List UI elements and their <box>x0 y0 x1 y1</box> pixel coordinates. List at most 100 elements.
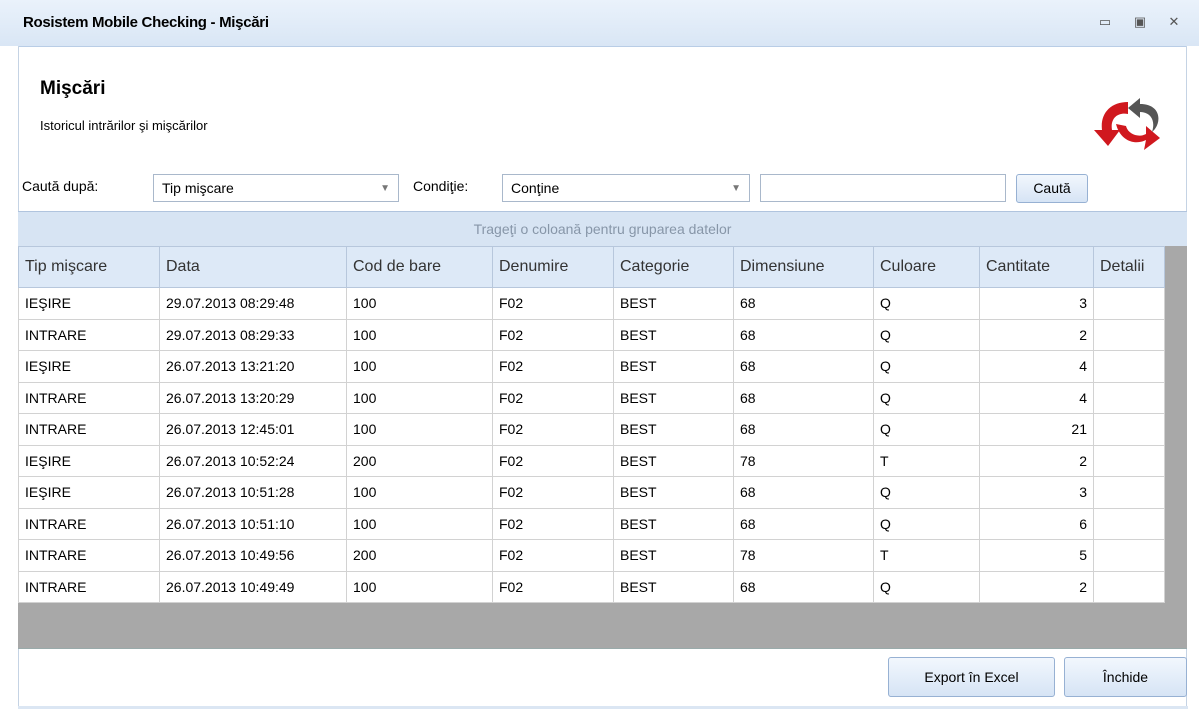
table-cell[interactable]: 26.07.2013 10:49:56 <box>159 539 347 572</box>
table-cell[interactable] <box>1093 318 1165 351</box>
search-button[interactable]: Caută <box>1016 174 1088 203</box>
table-cell[interactable]: F02 <box>492 570 614 603</box>
table-cell[interactable]: Q <box>873 570 980 603</box>
close-icon[interactable]: ✕ <box>1164 12 1184 32</box>
table-cell[interactable]: 4 <box>979 350 1094 383</box>
table-cell[interactable]: BEST <box>613 539 734 572</box>
table-cell[interactable] <box>1093 287 1165 320</box>
table-row[interactable]: INTRARE 26.07.2013 10:49:56 200 F02 BEST 78 T 5 <box>18 539 1165 572</box>
column-header[interactable]: Cod de bare <box>346 246 493 288</box>
table-cell[interactable]: 68 <box>733 287 874 320</box>
table-cell[interactable]: Q <box>873 318 980 351</box>
table-cell[interactable]: 2 <box>979 318 1094 351</box>
table-cell[interactable]: 68 <box>733 476 874 509</box>
table-cell[interactable]: Q <box>873 381 980 414</box>
table-cell[interactable]: IEŞIRE <box>18 287 160 320</box>
table-cell[interactable] <box>1093 350 1165 383</box>
table-cell[interactable]: F02 <box>492 381 614 414</box>
table-row[interactable]: IEŞIRE 26.07.2013 10:52:24 200 F02 BEST 78 T 2 <box>18 444 1165 477</box>
column-header[interactable]: Denumire <box>492 246 614 288</box>
table-cell[interactable]: BEST <box>613 476 734 509</box>
table-cell[interactable] <box>1093 444 1165 477</box>
table-cell[interactable]: F02 <box>492 413 614 446</box>
table-cell[interactable]: INTRARE <box>18 539 160 572</box>
table-cell[interactable]: Q <box>873 350 980 383</box>
table-cell[interactable]: 68 <box>733 507 874 540</box>
table-row[interactable]: INTRARE 29.07.2013 08:29:33 100 F02 BEST 68 Q 2 <box>18 318 1165 351</box>
column-header[interactable]: Culoare <box>873 246 980 288</box>
table-cell[interactable]: 29.07.2013 08:29:33 <box>159 318 347 351</box>
column-header[interactable]: Dimensiune <box>733 246 874 288</box>
table-cell[interactable]: BEST <box>613 507 734 540</box>
table-row[interactable]: IEŞIRE 29.07.2013 08:29:48 100 F02 BEST 68 Q 3 <box>18 287 1165 320</box>
column-header[interactable]: Categorie <box>613 246 734 288</box>
table-cell[interactable]: F02 <box>492 287 614 320</box>
table-cell[interactable]: T <box>873 444 980 477</box>
table-cell[interactable]: BEST <box>613 413 734 446</box>
column-header[interactable]: Cantitate <box>979 246 1094 288</box>
table-cell[interactable]: INTRARE <box>18 507 160 540</box>
table-cell[interactable]: T <box>873 539 980 572</box>
table-cell[interactable]: IEŞIRE <box>18 476 160 509</box>
column-header[interactable]: Data <box>159 246 347 288</box>
table-cell[interactable]: 200 <box>346 444 493 477</box>
table-cell[interactable] <box>1093 539 1165 572</box>
table-cell[interactable]: 6 <box>979 507 1094 540</box>
group-by-panel[interactable]: Trageţi o coloană pentru gruparea datelo… <box>18 211 1187 247</box>
table-cell[interactable]: BEST <box>613 381 734 414</box>
table-cell[interactable]: 26.07.2013 12:45:01 <box>159 413 347 446</box>
table-cell[interactable]: Q <box>873 507 980 540</box>
minimize-icon[interactable]: ▭ <box>1095 12 1115 32</box>
table-cell[interactable]: 68 <box>733 570 874 603</box>
table-cell[interactable]: 26.07.2013 10:51:28 <box>159 476 347 509</box>
table-cell[interactable]: 26.07.2013 13:21:20 <box>159 350 347 383</box>
table-cell[interactable]: 4 <box>979 381 1094 414</box>
table-cell[interactable]: INTRARE <box>18 570 160 603</box>
table-row[interactable]: INTRARE 26.07.2013 10:49:49 100 F02 BEST 68 Q 2 <box>18 570 1165 603</box>
table-cell[interactable]: INTRARE <box>18 318 160 351</box>
maximize-icon[interactable]: ▣ <box>1130 12 1150 32</box>
table-cell[interactable]: 100 <box>346 476 493 509</box>
table-cell[interactable]: 26.07.2013 13:20:29 <box>159 381 347 414</box>
table-cell[interactable]: 3 <box>979 287 1094 320</box>
table-row[interactable]: INTRARE 26.07.2013 12:45:01 100 F02 BEST 68 Q 2… <box>18 413 1165 446</box>
table-cell[interactable]: 26.07.2013 10:49:49 <box>159 570 347 603</box>
table-cell[interactable]: 3 <box>979 476 1094 509</box>
search-input[interactable] <box>760 174 1006 202</box>
table-cell[interactable]: BEST <box>613 318 734 351</box>
table-cell[interactable]: 100 <box>346 413 493 446</box>
table-cell[interactable]: 2 <box>979 570 1094 603</box>
table-cell[interactable]: IEŞIRE <box>18 444 160 477</box>
export-excel-button[interactable]: Export în Excel <box>888 657 1055 697</box>
table-cell[interactable]: F02 <box>492 539 614 572</box>
table-cell[interactable] <box>1093 507 1165 540</box>
table-cell[interactable]: BEST <box>613 444 734 477</box>
table-cell[interactable]: F02 <box>492 350 614 383</box>
table-cell[interactable]: IEŞIRE <box>18 350 160 383</box>
table-cell[interactable]: 68 <box>733 381 874 414</box>
table-cell[interactable]: 100 <box>346 570 493 603</box>
table-cell[interactable]: 78 <box>733 539 874 572</box>
close-button[interactable]: Închide <box>1064 657 1187 697</box>
table-cell[interactable]: BEST <box>613 350 734 383</box>
table-cell[interactable]: 100 <box>346 350 493 383</box>
table-cell[interactable]: Q <box>873 476 980 509</box>
table-cell[interactable]: 26.07.2013 10:52:24 <box>159 444 347 477</box>
table-cell[interactable]: F02 <box>492 318 614 351</box>
table-cell[interactable] <box>1093 570 1165 603</box>
table-row[interactable]: INTRARE 26.07.2013 10:51:10 100 F02 BEST 68 Q 6 <box>18 507 1165 540</box>
table-cell[interactable]: 100 <box>346 318 493 351</box>
table-cell[interactable]: F02 <box>492 444 614 477</box>
table-cell[interactable]: 200 <box>346 539 493 572</box>
table-cell[interactable]: INTRARE <box>18 413 160 446</box>
table-cell[interactable]: F02 <box>492 507 614 540</box>
table-row[interactable]: IEŞIRE 26.07.2013 10:51:28 100 F02 BEST 68 Q 3 <box>18 476 1165 509</box>
column-header[interactable]: Detalii <box>1093 246 1165 288</box>
table-cell[interactable]: 21 <box>979 413 1094 446</box>
table-cell[interactable]: 29.07.2013 08:29:48 <box>159 287 347 320</box>
table-cell[interactable]: 100 <box>346 381 493 414</box>
table-cell[interactable]: 78 <box>733 444 874 477</box>
search-by-select[interactable]: Tip mişcare ▼ <box>153 174 399 202</box>
table-cell[interactable]: BEST <box>613 287 734 320</box>
table-cell[interactable]: INTRARE <box>18 381 160 414</box>
